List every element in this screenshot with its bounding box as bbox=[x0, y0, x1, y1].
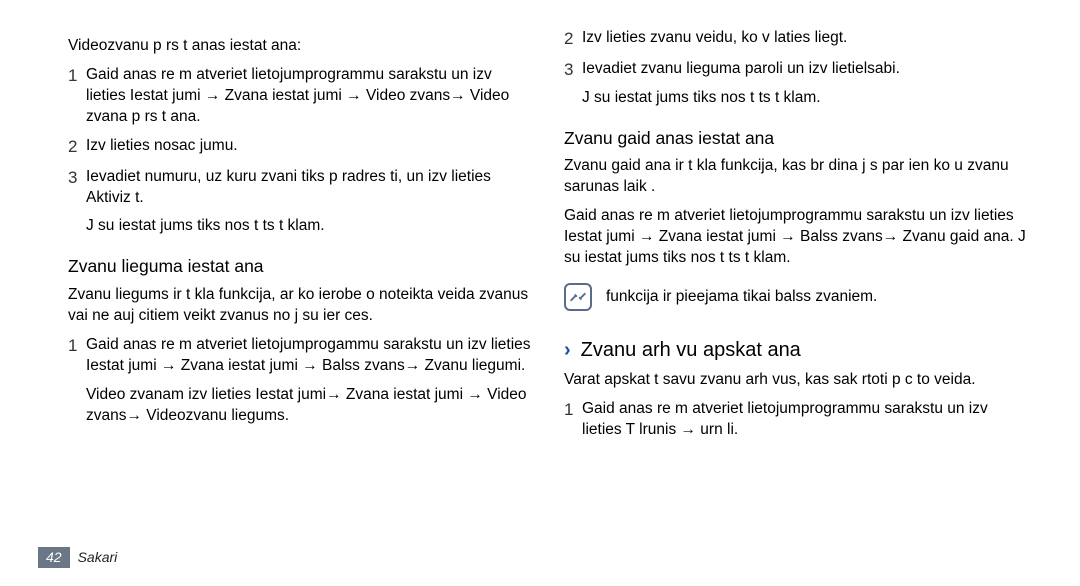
footer: 42 Sakari bbox=[38, 547, 117, 568]
step-text: Izv lieties nosac jumu. bbox=[86, 136, 534, 159]
step-text: Ievadiet zvanu lieguma paroli un izv lie… bbox=[582, 59, 1030, 109]
list-item: 1 Gaid anas re m atveriet lietojumprogra… bbox=[564, 399, 1030, 441]
step-number: 2 bbox=[68, 136, 86, 159]
step-text: Izv lieties zvanu veidu, ko v laties lie… bbox=[582, 28, 1030, 51]
step-number: 1 bbox=[68, 335, 86, 427]
list-item: 2 Izv lieties zvanu veidu, ko v laties l… bbox=[564, 28, 1030, 51]
subheading: Zvanu gaid anas iestat ana bbox=[564, 127, 1030, 151]
list-item: 1 Gaid anas re m atveriet lietojumprogam… bbox=[68, 335, 534, 427]
page-content: Videozvanu p rs t anas iestat ana: 1 Gai… bbox=[0, 0, 1080, 441]
paragraph: Zvanu gaid ana ir t kla funkcija, kas br… bbox=[564, 156, 1030, 198]
list-item: 2 Izv lieties nosac jumu. bbox=[68, 136, 534, 159]
step-number: 1 bbox=[68, 65, 86, 128]
note: funkcija ir pieejama tikai balss zvaniem… bbox=[564, 283, 1030, 311]
list-item: 1 Gaid anas re m atveriet lietojumprogra… bbox=[68, 65, 534, 128]
note-text: funkcija ir pieejama tikai balss zvaniem… bbox=[606, 283, 877, 308]
paragraph: Zvanu liegums ir t kla funkcija, ar ko i… bbox=[68, 285, 534, 327]
step-text: Ievadiet numuru, uz kuru zvani tiks p ra… bbox=[86, 167, 534, 238]
step-main: Gaid anas re m atveriet lietojumprogammu… bbox=[86, 336, 531, 374]
step-sub: J su iestat jums tiks nos t ts t klam. bbox=[86, 216, 534, 237]
step-sub: J su iestat jums tiks nos t ts t klam. bbox=[582, 88, 1030, 109]
step-main: Ievadiet numuru, uz kuru zvani tiks p ra… bbox=[86, 168, 491, 206]
subheading: Zvanu lieguma iestat ana bbox=[68, 255, 534, 279]
step-number: 2 bbox=[564, 28, 582, 51]
step-number: 3 bbox=[564, 59, 582, 109]
step-number: 1 bbox=[564, 399, 582, 441]
step-text: Gaid anas re m atveriet lietojumprogramm… bbox=[582, 399, 1030, 441]
left-column: Videozvanu p rs t anas iestat ana: 1 Gai… bbox=[68, 28, 534, 441]
page-number: 42 bbox=[38, 547, 70, 568]
note-icon bbox=[564, 283, 592, 311]
intro-text: Videozvanu p rs t anas iestat ana: bbox=[68, 36, 534, 57]
list-item: 3 Ievadiet numuru, uz kuru zvani tiks p … bbox=[68, 167, 534, 238]
footer-label: Sakari bbox=[78, 548, 118, 567]
step-text: Gaid anas re m atveriet lietojumprogammu… bbox=[86, 335, 534, 427]
list-item: 3 Ievadiet zvanu lieguma paroli un izv l… bbox=[564, 59, 1030, 109]
section-title-text: Zvanu arh vu apskat ana bbox=[581, 337, 801, 364]
chevron-icon: › bbox=[564, 337, 571, 364]
paragraph: Gaid anas re m atveriet lietojumprogramm… bbox=[564, 206, 1030, 269]
right-column: 2 Izv lieties zvanu veidu, ko v laties l… bbox=[564, 28, 1030, 441]
step-sub: Video zvanam izv lieties Iestat jumi→ Zv… bbox=[86, 385, 534, 427]
step-text: Gaid anas re m atveriet lietojumprogramm… bbox=[86, 65, 534, 128]
step-main: Ievadiet zvanu lieguma paroli un izv lie… bbox=[582, 60, 900, 77]
section-title: › Zvanu arh vu apskat ana bbox=[564, 337, 1030, 364]
paragraph: Varat apskat t savu zvanu arh vus, kas s… bbox=[564, 370, 1030, 391]
step-number: 3 bbox=[68, 167, 86, 238]
